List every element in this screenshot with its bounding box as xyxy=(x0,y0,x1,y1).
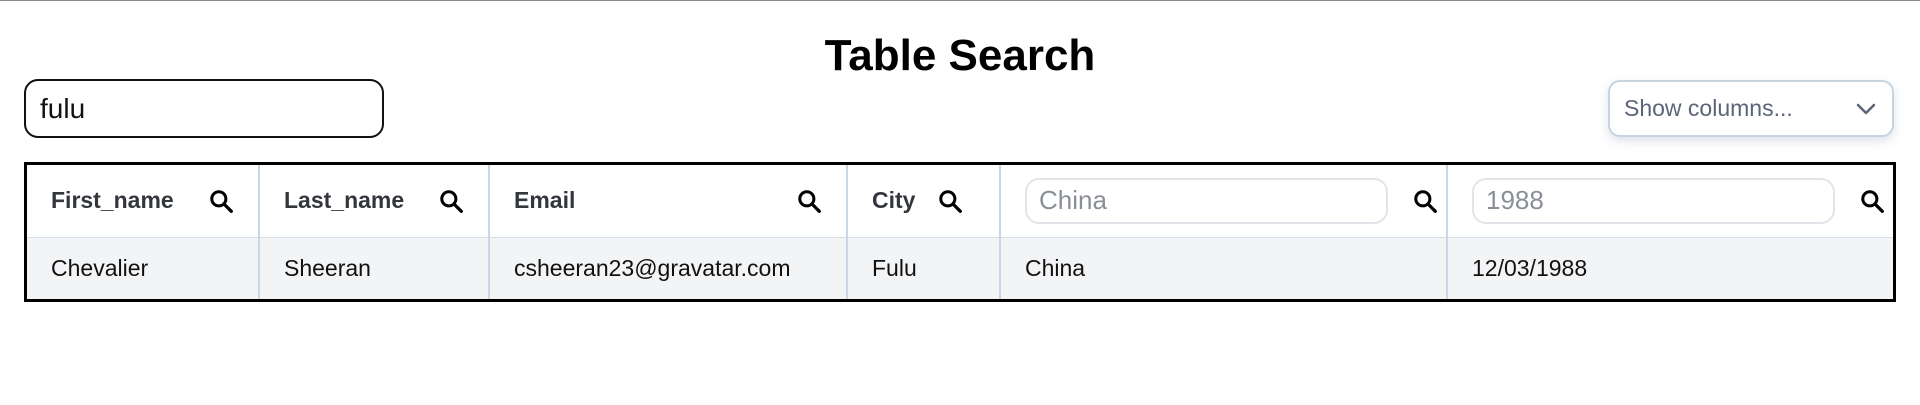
show-columns-label: Show columns... xyxy=(1624,95,1793,121)
results-table: First_name Last_name Email City China 19… xyxy=(24,162,1896,302)
column-label-city: City xyxy=(872,187,916,214)
column-header-date xyxy=(1447,165,1893,238)
table-row: Chevalier Sheeran csheeran23@gravatar.co… xyxy=(27,237,1893,299)
cell-country: China xyxy=(1000,237,1448,299)
cell-city: Fulu xyxy=(847,237,1001,299)
date-filter-input[interactable] xyxy=(1472,177,1835,224)
column-header-first-name: First_name xyxy=(27,165,260,238)
column-label-email: Email xyxy=(514,187,576,214)
search-icon[interactable] xyxy=(438,188,464,214)
cell-email: csheeran23@gravatar.com xyxy=(489,237,848,299)
column-label-last-name: Last_name xyxy=(284,187,405,214)
column-label-first-name: First_name xyxy=(51,187,174,214)
cell-date: 12/03/1988 xyxy=(1472,254,1588,281)
page-title: Table Search xyxy=(824,31,1096,80)
chevron-down-icon xyxy=(1856,103,1876,114)
search-icon[interactable] xyxy=(937,188,963,214)
column-header-email: Email xyxy=(489,165,848,238)
column-header-city: City xyxy=(847,165,1001,238)
column-header-country xyxy=(1000,165,1448,238)
search-icon[interactable] xyxy=(1412,188,1438,214)
cell-first-name: Chevalier xyxy=(27,237,260,299)
table-header-row: First_name Last_name Email City China 19… xyxy=(27,165,1893,238)
search-icon[interactable] xyxy=(796,188,822,214)
show-columns-dropdown[interactable]: Show columns... xyxy=(1608,80,1894,137)
cell-last-name: Sheeran xyxy=(259,237,490,299)
country-filter-input[interactable] xyxy=(1025,177,1388,224)
global-search-input[interactable] xyxy=(24,79,384,138)
column-header-last-name: Last_name xyxy=(259,165,490,238)
search-icon[interactable] xyxy=(1859,188,1885,214)
window-top-border xyxy=(0,0,1920,1)
search-icon[interactable] xyxy=(208,188,234,214)
